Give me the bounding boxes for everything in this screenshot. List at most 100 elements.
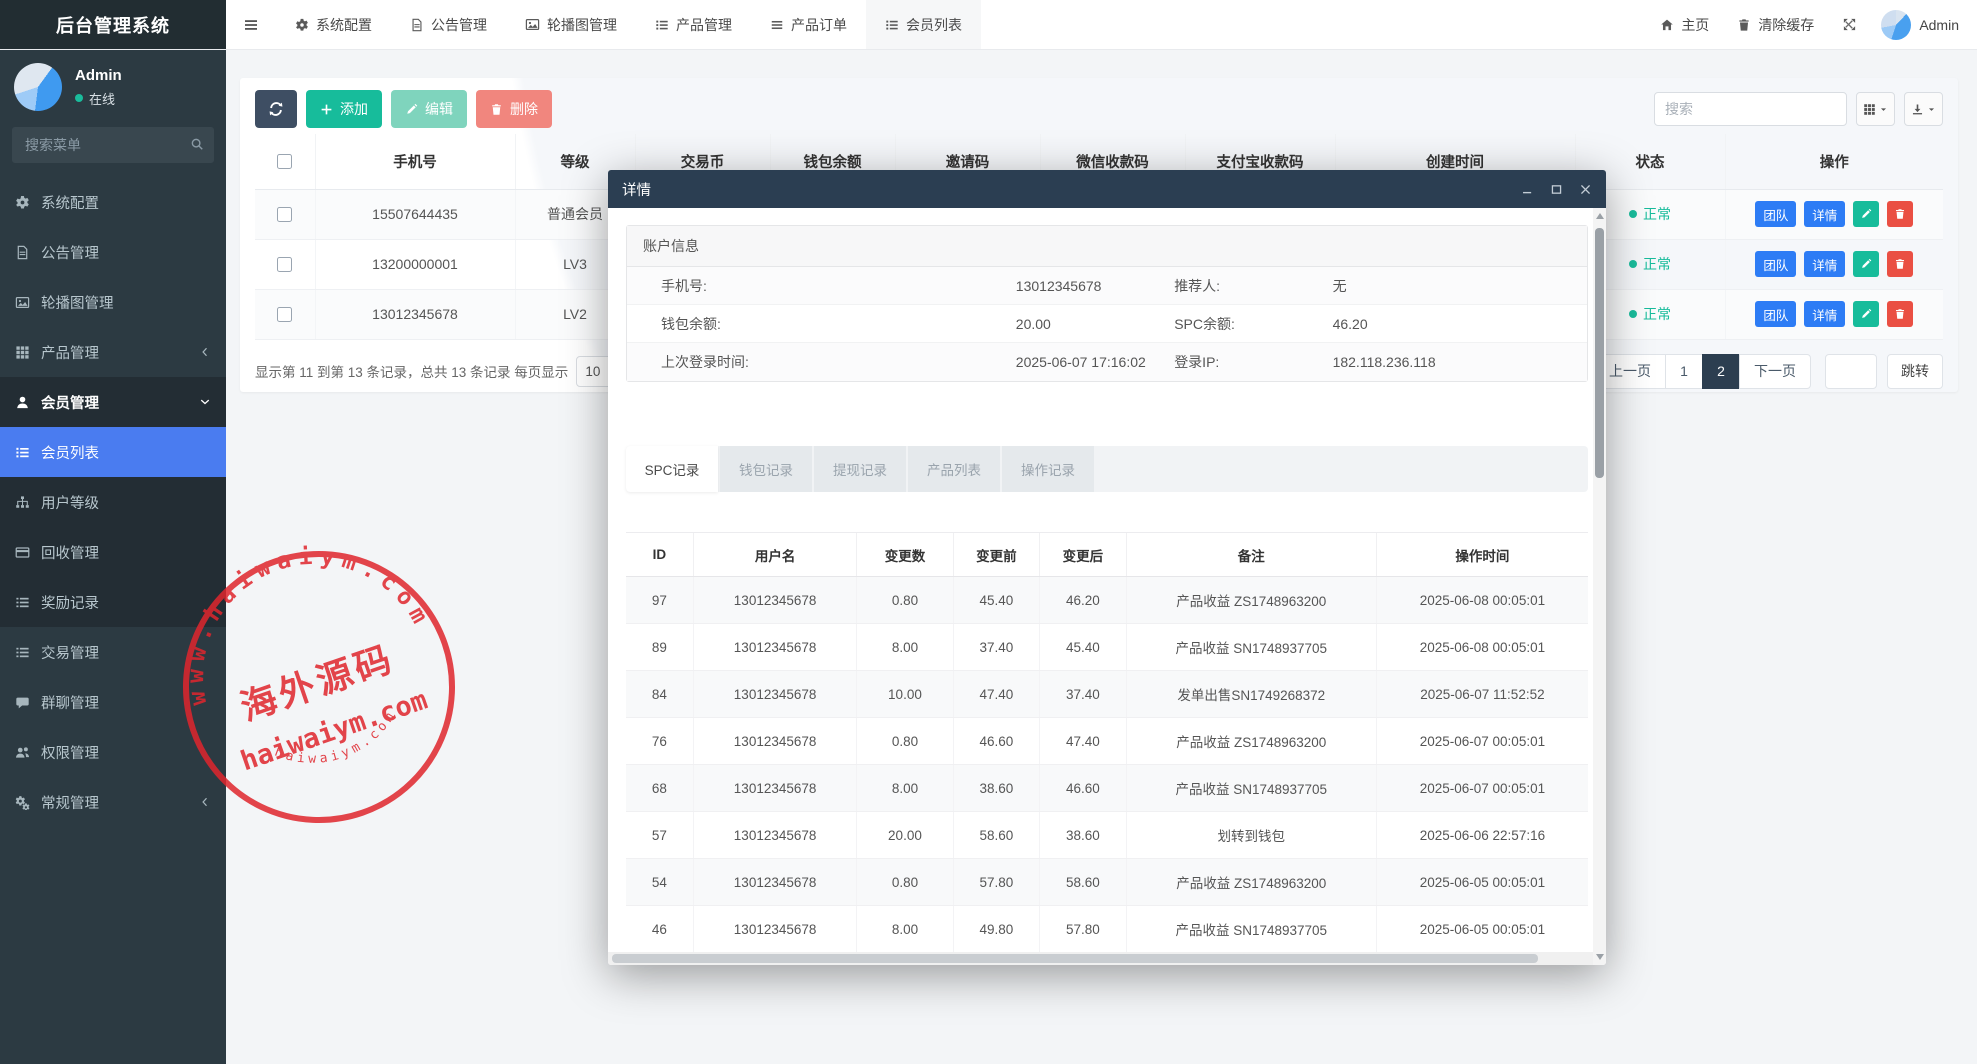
team-button[interactable]: 团队 — [1755, 201, 1796, 227]
row-checkbox[interactable] — [277, 257, 292, 272]
sidebar-avatar[interactable] — [14, 63, 62, 111]
delete-button[interactable]: 删除 — [476, 90, 552, 128]
nav-item-products[interactable]: 产品管理 — [636, 0, 751, 49]
field-label-login-ip: 登录IP: — [1174, 352, 1332, 372]
detail-button[interactable]: 详情 — [1804, 301, 1845, 327]
sidebar-item-carousel[interactable]: 轮播图管理 — [0, 277, 226, 327]
row-delete-button[interactable] — [1887, 301, 1913, 327]
nav-item-announcement[interactable]: 公告管理 — [391, 0, 506, 49]
scroll-down-arrow[interactable] — [1596, 954, 1604, 960]
field-value-phone: 13012345678 — [1016, 278, 1174, 294]
modal-minimize-button[interactable] — [1521, 183, 1534, 196]
scroll-up-arrow[interactable] — [1596, 213, 1604, 219]
sidebar-item-member-management[interactable]: 会员管理 — [0, 377, 226, 427]
nav-item-member-list[interactable]: 会员列表 — [866, 0, 981, 49]
record-cell: 10.00 — [857, 671, 953, 718]
columns-toggle-button[interactable] — [1856, 92, 1895, 126]
stamp-site-text: haiwaiym.com — [237, 685, 432, 778]
row-delete-button[interactable] — [1887, 201, 1913, 227]
app-title: 后台管理系统 — [0, 0, 226, 49]
sidebar-item-label: 产品管理 — [41, 342, 99, 363]
page-jump-button[interactable]: 跳转 — [1887, 354, 1943, 389]
sidebar-toggle-button[interactable] — [226, 0, 276, 49]
tab-withdraw-records[interactable]: 提现记录 — [814, 446, 906, 492]
records-table-body: 97130123456780.8045.4046.20产品收益 ZS174896… — [626, 577, 1588, 953]
record-cell: 49.80 — [953, 906, 1040, 953]
record-cell: 46 — [626, 906, 693, 953]
sidebar-item-member-list[interactable]: 会员列表 — [0, 427, 226, 477]
sidebar-item-recycle[interactable]: 回收管理 — [0, 527, 226, 577]
add-button[interactable]: 添加 — [306, 90, 382, 128]
nav-item-system-config[interactable]: 系统配置 — [276, 0, 391, 49]
sidebar-item-reward-records[interactable]: 奖励记录 — [0, 577, 226, 627]
modal-titlebar[interactable]: 详情 — [608, 170, 1606, 208]
username[interactable]: Admin — [1919, 17, 1963, 33]
row-edit-button[interactable] — [1853, 251, 1879, 277]
columns-icon — [1863, 103, 1876, 116]
sidebar-item-announcement[interactable]: 公告管理 — [0, 227, 226, 277]
modal-horizontal-scrollbar[interactable] — [608, 952, 1593, 965]
sidebar-item-permissions[interactable]: 权限管理 — [0, 727, 226, 777]
nav-clear-cache-button[interactable]: 清除缓存 — [1723, 15, 1828, 35]
col-header-actions: 操作 — [1725, 134, 1943, 189]
row-delete-button[interactable] — [1887, 251, 1913, 277]
fullscreen-button[interactable] — [1828, 17, 1871, 32]
nav-item-carousel[interactable]: 轮播图管理 — [506, 0, 636, 49]
pagination-page-2[interactable]: 2 — [1702, 354, 1740, 389]
vertical-scroll-thumb[interactable] — [1595, 228, 1604, 478]
edit-button-label: 编辑 — [425, 99, 453, 119]
tab-spc-records[interactable]: SPC记录 — [626, 446, 718, 492]
nav-home-button[interactable]: 主页 — [1646, 15, 1723, 35]
row-edit-button[interactable] — [1853, 201, 1879, 227]
tab-wallet-records[interactable]: 钱包记录 — [720, 446, 812, 492]
pencil-icon — [405, 103, 418, 116]
cogs-icon — [15, 795, 30, 810]
horizontal-scroll-thumb[interactable] — [612, 954, 1538, 963]
sidebar-item-label: 奖励记录 — [41, 592, 99, 613]
col-header-phone[interactable]: 手机号 — [315, 134, 515, 189]
pagination-next[interactable]: 下一页 — [1739, 354, 1811, 389]
row-edit-button[interactable] — [1853, 301, 1879, 327]
record-cell: 13012345678 — [693, 671, 857, 718]
detail-button[interactable]: 详情 — [1804, 201, 1845, 227]
field-label-spc: SPC余额: — [1174, 314, 1332, 334]
sidebar-item-group-chat[interactable]: 群聊管理 — [0, 677, 226, 727]
sidebar-item-general-settings[interactable]: 常规管理 — [0, 777, 226, 827]
page-jump-input[interactable] — [1825, 354, 1877, 389]
modal-maximize-button[interactable] — [1550, 183, 1563, 196]
sidebar-item-label: 系统配置 — [41, 192, 99, 213]
status-label: 正常 — [1643, 254, 1671, 274]
edit-button[interactable]: 编辑 — [391, 90, 467, 128]
record-cell: 2025-06-08 00:05:01 — [1376, 624, 1588, 671]
sidebar-item-label: 交易管理 — [41, 642, 99, 663]
record-row: 89130123456788.0037.4045.40产品收益 SN174893… — [626, 624, 1588, 671]
refresh-button[interactable] — [255, 90, 297, 128]
nav-item-orders[interactable]: 产品订单 — [751, 0, 866, 49]
sidebar-item-user-levels[interactable]: 用户等级 — [0, 477, 226, 527]
team-button[interactable]: 团队 — [1755, 301, 1796, 327]
sidebar-search-input[interactable] — [12, 127, 214, 163]
table-search-input[interactable] — [1654, 92, 1847, 126]
team-button[interactable]: 团队 — [1755, 251, 1796, 277]
sidebar-item-products[interactable]: 产品管理 — [0, 327, 226, 377]
modal-close-button[interactable] — [1579, 183, 1592, 196]
tab-product-list[interactable]: 产品列表 — [908, 446, 1000, 492]
pagination-page-1[interactable]: 1 — [1665, 354, 1703, 389]
row-checkbox[interactable] — [277, 207, 292, 222]
list-icon — [15, 645, 30, 660]
record-cell: 57.80 — [1040, 906, 1127, 953]
user-avatar[interactable] — [1881, 10, 1911, 40]
detail-button[interactable]: 详情 — [1804, 251, 1845, 277]
sidebar-item-trade-management[interactable]: 交易管理 — [0, 627, 226, 677]
record-cell: 8.00 — [857, 624, 953, 671]
caret-down-icon — [1927, 105, 1936, 114]
row-checkbox[interactable] — [277, 307, 292, 322]
refresh-icon — [268, 101, 284, 117]
list-icon — [15, 595, 30, 610]
table-toolbar: 添加 编辑 删除 — [255, 90, 1943, 128]
select-all-checkbox[interactable] — [277, 154, 292, 169]
modal-vertical-scrollbar[interactable] — [1593, 208, 1606, 965]
sidebar-item-system-config[interactable]: 系统配置 — [0, 177, 226, 227]
export-button[interactable] — [1904, 92, 1943, 126]
tab-operation-records[interactable]: 操作记录 — [1002, 446, 1094, 492]
